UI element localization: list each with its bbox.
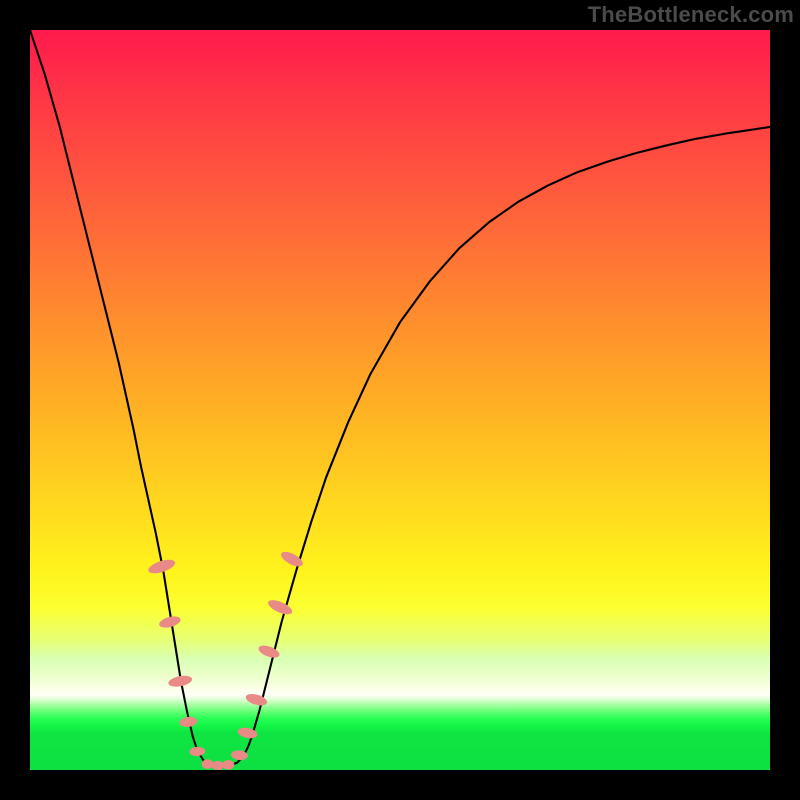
data-marker xyxy=(189,746,206,756)
chart-frame: TheBottleneck.com xyxy=(0,0,800,800)
watermark-text: TheBottleneck.com xyxy=(588,2,794,28)
data-marker xyxy=(266,597,294,617)
data-marker xyxy=(222,760,234,770)
data-marker xyxy=(257,643,281,660)
data-marker xyxy=(202,759,214,769)
marker-group xyxy=(147,549,305,770)
bottleneck-curve xyxy=(30,30,770,766)
data-marker xyxy=(179,716,198,728)
data-marker xyxy=(244,692,268,708)
data-marker xyxy=(212,761,224,770)
curve-svg xyxy=(30,30,770,770)
data-marker xyxy=(167,674,192,688)
plot-area xyxy=(30,30,770,770)
